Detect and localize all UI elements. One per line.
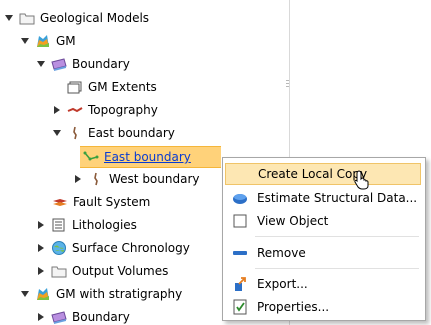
- tree-item-label: East boundary: [104, 150, 191, 164]
- tree-item-surface-chronology[interactable]: Surface Chronology: [35, 238, 190, 258]
- tree-item-gm-extents[interactable]: GM Extents: [66, 77, 157, 97]
- tree-item-output-volumes[interactable]: Output Volumes: [35, 261, 168, 281]
- geological-model-icon: [34, 286, 52, 302]
- geological-model-icon: [34, 33, 52, 49]
- expanded-arrow-icon[interactable]: [51, 127, 63, 139]
- menu-item-label: Remove: [257, 246, 306, 260]
- collapsed-arrow-icon[interactable]: [35, 311, 47, 323]
- lithologies-icon: [50, 217, 68, 233]
- menu-separator: [255, 268, 419, 269]
- blank-icon: [230, 165, 252, 183]
- menu-item-estimate-structural-data[interactable]: Estimate Structural Data...: [225, 187, 421, 209]
- expanded-arrow-icon[interactable]: [19, 288, 31, 300]
- topography-icon: [66, 102, 84, 118]
- tree-item-lithologies[interactable]: Lithologies: [35, 215, 137, 235]
- menu-item-label: Export...: [257, 277, 308, 291]
- tree-item-geological-models[interactable]: Geological Models: [3, 8, 149, 28]
- checkbox-icon[interactable]: [229, 212, 251, 230]
- fault-system-icon: [51, 194, 69, 210]
- tree-item-label: Boundary: [72, 310, 130, 324]
- boundary-line-icon: [66, 125, 84, 141]
- menu-item-label: View Object: [257, 214, 329, 228]
- tree-item-gm-with-stratigraphy[interactable]: GM with stratigraphy: [19, 284, 182, 304]
- tree-item-fault-system[interactable]: Fault System: [51, 192, 150, 212]
- collapsed-arrow-icon[interactable]: [51, 104, 63, 116]
- boundary-line-icon: [87, 171, 105, 187]
- extents-icon: [66, 79, 84, 95]
- tree-item-label: Output Volumes: [72, 264, 169, 278]
- menu-item-create-local-copy[interactable]: Create Local Copy: [225, 163, 421, 185]
- tree-item-boundary-2[interactable]: Boundary: [35, 307, 130, 325]
- tree-item-east-boundary-polyline[interactable]: East boundary: [80, 146, 221, 168]
- tree-item-label: GM with stratigraphy: [56, 287, 183, 301]
- tree-item-label: West boundary: [109, 172, 200, 186]
- tree-item-label: Surface Chronology: [72, 241, 190, 255]
- menu-separator: [255, 236, 419, 237]
- menu-item-properties[interactable]: Properties...: [225, 296, 421, 318]
- tree-item-gm[interactable]: GM: [19, 31, 76, 51]
- tree-item-label: Lithologies: [72, 218, 137, 232]
- tree-item-topography[interactable]: Topography: [51, 100, 158, 120]
- tree-item-label: Boundary: [72, 57, 130, 71]
- expanded-arrow-icon[interactable]: [35, 58, 47, 70]
- boundary-icon: [50, 309, 68, 325]
- menu-item-remove[interactable]: Remove: [225, 242, 421, 264]
- surface-chronology-icon: [50, 240, 68, 256]
- menu-item-label: Properties...: [257, 300, 330, 314]
- expanded-arrow-icon[interactable]: [3, 12, 15, 24]
- menu-item-label: Estimate Structural Data...: [257, 191, 418, 205]
- boundary-icon: [50, 56, 68, 72]
- folder-icon: [18, 10, 36, 26]
- tree-item-label: Topography: [88, 103, 158, 117]
- tree-item-label: GM: [56, 34, 76, 48]
- menu-item-export[interactable]: Export...: [225, 273, 421, 295]
- properties-icon: [229, 298, 251, 316]
- polyline-icon: [82, 149, 100, 165]
- folder-icon: [50, 263, 68, 279]
- tree-item-east-boundary[interactable]: East boundary: [51, 123, 175, 143]
- collapsed-arrow-icon[interactable]: [35, 219, 47, 231]
- context-menu: Create Local Copy Estimate Structural Da…: [222, 157, 426, 321]
- remove-icon: [229, 244, 251, 262]
- menu-item-view-object[interactable]: View Object: [225, 210, 421, 232]
- hand-cursor-icon: [354, 170, 372, 193]
- collapsed-arrow-icon[interactable]: [72, 173, 84, 185]
- export-icon: [229, 275, 251, 293]
- menu-item-label: Create Local Copy: [258, 167, 368, 181]
- expanded-arrow-icon[interactable]: [19, 35, 31, 47]
- tree-item-label: East boundary: [88, 126, 175, 140]
- tree-item-label: Fault System: [73, 195, 151, 209]
- collapsed-arrow-icon[interactable]: [35, 265, 47, 277]
- tree-item-boundary[interactable]: Boundary: [35, 54, 130, 74]
- collapsed-arrow-icon[interactable]: [35, 242, 47, 254]
- tree-item-label: GM Extents: [88, 80, 157, 94]
- structural-data-icon: [229, 189, 251, 207]
- tree-item-west-boundary[interactable]: West boundary: [72, 169, 200, 189]
- tree-item-label: Geological Models: [40, 11, 150, 25]
